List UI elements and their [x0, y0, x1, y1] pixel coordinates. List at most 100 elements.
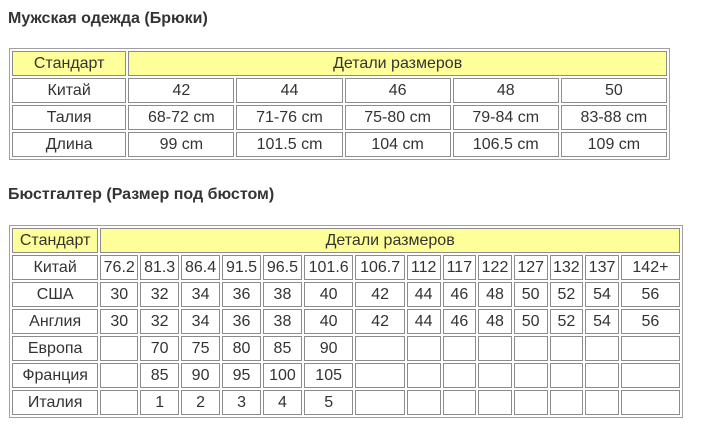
table-cell: 100 [262, 363, 302, 388]
table-cell: 117 [442, 255, 477, 280]
table-cell [100, 363, 139, 388]
table-cell: 38 [262, 282, 302, 307]
table-cell: 42 [128, 78, 235, 103]
table-cell [585, 390, 619, 415]
table-cell: 38 [262, 309, 302, 334]
table-cell [100, 390, 139, 415]
table-cell: 4 [262, 390, 302, 415]
table-cell: 79-84 cm [452, 105, 559, 130]
table-cell [549, 390, 584, 415]
table-cell: 106.7 [355, 255, 405, 280]
bra-size-table: Стандарт Детали размеров Китай 76.2 81.3 86… [9, 225, 683, 418]
table-cell: 54 [585, 309, 619, 334]
table-cell [513, 363, 548, 388]
table-cell: 48 [478, 309, 512, 334]
table-cell [585, 363, 619, 388]
table-cell: 85 [140, 363, 180, 388]
row-label: Англия [12, 309, 99, 334]
table-cell: 99 cm [128, 132, 235, 157]
table-cell: 132 [549, 255, 584, 280]
row-label: США [12, 282, 99, 307]
table-cell: 50 [513, 282, 548, 307]
table-cell: 71-76 cm [236, 105, 343, 130]
row-label: Италия [12, 390, 99, 415]
table-cell: 112 [406, 255, 441, 280]
table-row: Франция 85 90 95 100 105 [12, 363, 680, 388]
table-cell: 44 [236, 78, 343, 103]
table-row: Талия 68-72 cm 71-76 cm 75-80 cm 79-84 c… [12, 105, 667, 130]
table-cell: 80 [222, 336, 261, 361]
table-cell: 46 [344, 78, 451, 103]
table-cell: 36 [222, 282, 261, 307]
table-row: Италия 1 2 3 4 5 [12, 390, 680, 415]
table-cell: 86.4 [181, 255, 221, 280]
table-cell: 44 [406, 309, 441, 334]
table-cell: 142+ [620, 255, 680, 280]
table-cell: 96.5 [262, 255, 302, 280]
table-cell [620, 363, 680, 388]
table-cell: 50 [560, 78, 667, 103]
table-cell [406, 336, 441, 361]
table-cell: 81.3 [140, 255, 180, 280]
table-cell: 68-72 cm [128, 105, 235, 130]
table-cell [513, 336, 548, 361]
table-cell: 54 [585, 282, 619, 307]
table-cell: 32 [140, 309, 180, 334]
table-cell [355, 336, 405, 361]
table-cell: 50 [513, 309, 548, 334]
row-label: Длина [12, 132, 127, 157]
table-cell: 52 [549, 282, 584, 307]
table-cell: 5 [303, 390, 354, 415]
table-cell [549, 363, 584, 388]
table-cell: 109 cm [560, 132, 667, 157]
table-header-row: Стандарт Детали размеров [12, 51, 667, 76]
table-cell: 95 [222, 363, 261, 388]
table-cell: 101.6 [303, 255, 354, 280]
table-cell [442, 390, 477, 415]
table-cell: 48 [478, 282, 512, 307]
table-cell: 52 [549, 309, 584, 334]
table-cell: 36 [222, 309, 261, 334]
table-cell: 46 [442, 309, 477, 334]
table-cell [355, 363, 405, 388]
table-cell [406, 363, 441, 388]
table-row: Китай 42 44 46 48 50 [12, 78, 667, 103]
table-cell [355, 390, 405, 415]
table-cell: 75-80 cm [344, 105, 451, 130]
table-cell [442, 336, 477, 361]
table-cell: 90 [181, 363, 221, 388]
table-cell: 48 [452, 78, 559, 103]
table-cell: 56 [620, 309, 680, 334]
table-cell: 70 [140, 336, 180, 361]
table-cell: 3 [222, 390, 261, 415]
table-cell: 90 [303, 336, 354, 361]
table-cell: 104 cm [344, 132, 451, 157]
table-cell: 137 [585, 255, 619, 280]
table-cell: 42 [355, 309, 405, 334]
table-cell: 75 [181, 336, 221, 361]
standard-header: Стандарт [12, 228, 99, 253]
table-cell: 34 [181, 282, 221, 307]
size-details-header: Детали размеров [100, 228, 680, 253]
table-cell: 56 [620, 282, 680, 307]
table-cell [585, 336, 619, 361]
table-cell: 42 [355, 282, 405, 307]
bra-section-title: Бюстгалтер (Размер под бюстом) [8, 186, 275, 203]
table-cell [478, 390, 512, 415]
table-cell: 30 [100, 282, 139, 307]
table-row: Длина 99 cm 101.5 cm 104 cm 106.5 cm 109… [12, 132, 667, 157]
table-cell: 40 [303, 309, 354, 334]
table-row: Европа 70 75 80 85 90 [12, 336, 680, 361]
pants-size-table: Стандарт Детали размеров Китай 42 44 46 … [9, 48, 670, 160]
table-cell: 106.5 cm [452, 132, 559, 157]
standard-header: Стандарт [12, 51, 127, 76]
table-cell: 91.5 [222, 255, 261, 280]
table-cell [406, 390, 441, 415]
pants-section-title: Мужская одежда (Брюки) [8, 10, 208, 27]
table-cell: 40 [303, 282, 354, 307]
table-cell [478, 336, 512, 361]
table-cell: 122 [478, 255, 512, 280]
table-row: Китай 76.2 81.3 86.4 91.5 96.5 101.6 106.7 112 11… [12, 255, 680, 280]
table-cell [478, 363, 512, 388]
row-label: Талия [12, 105, 127, 130]
